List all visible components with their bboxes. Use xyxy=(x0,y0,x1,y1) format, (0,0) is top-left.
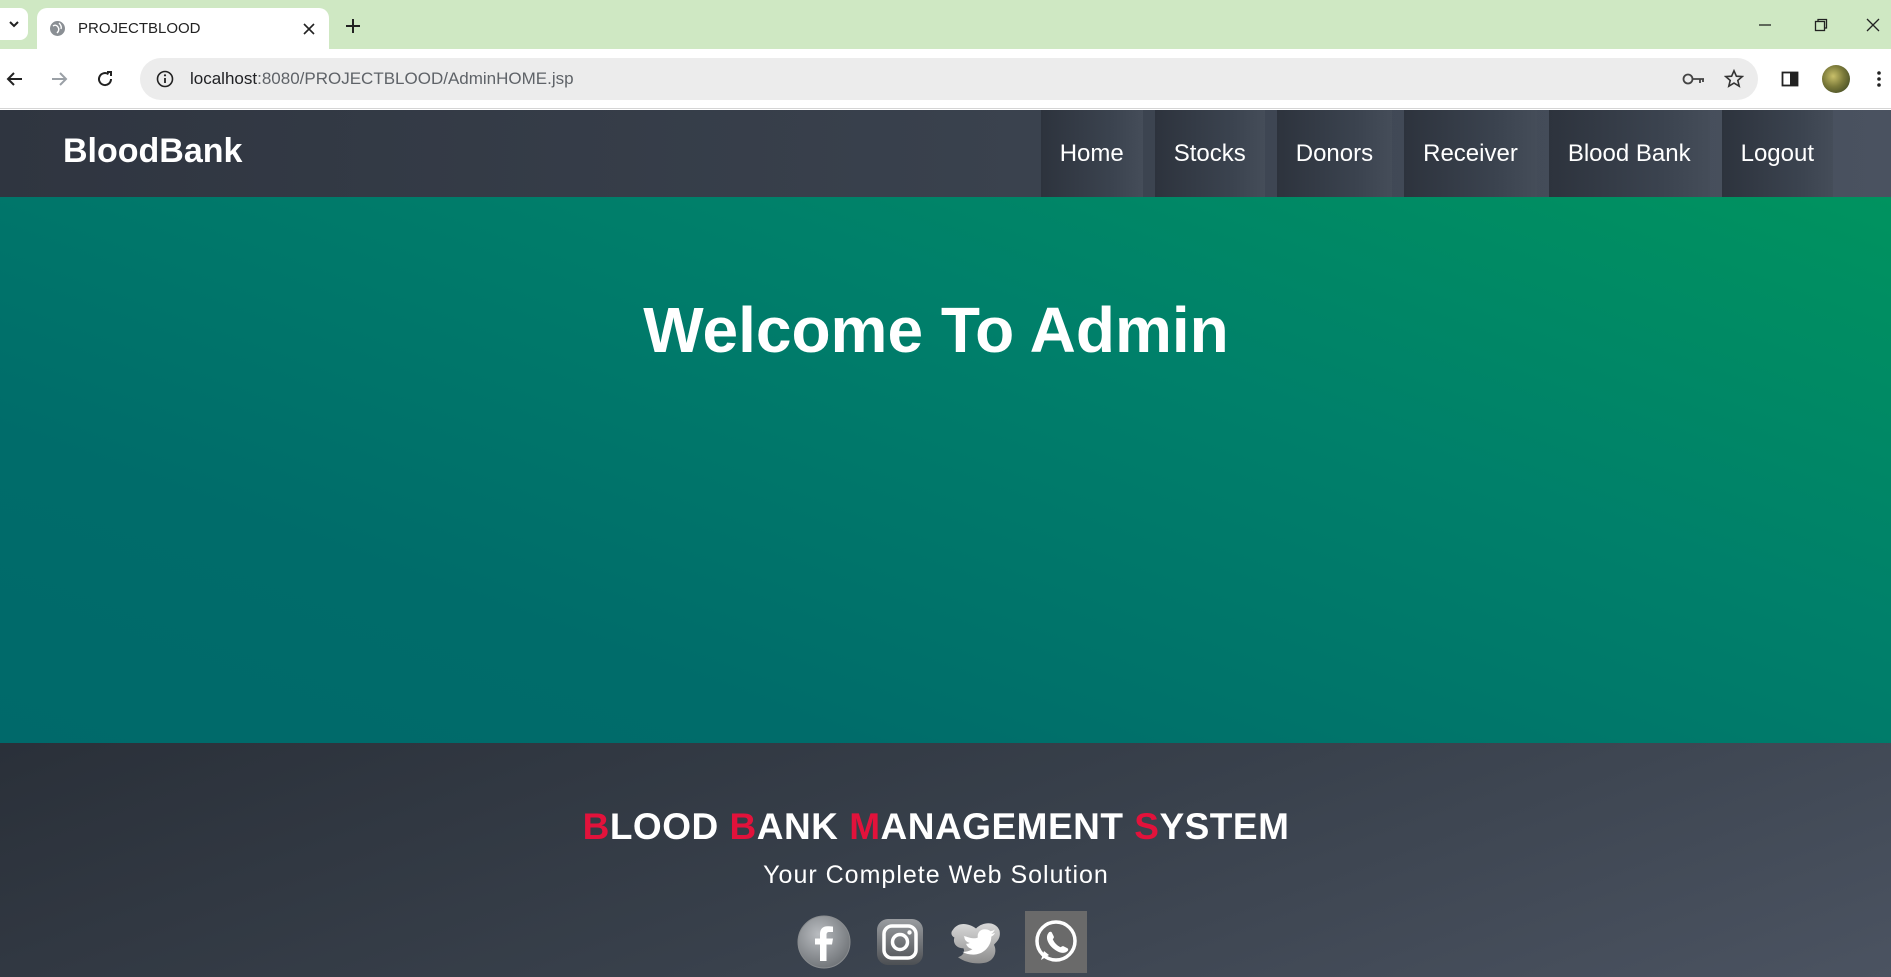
instagram-icon[interactable] xyxy=(873,915,927,969)
footer-title-word: ANAGEMENT xyxy=(880,806,1135,847)
close-window-button[interactable] xyxy=(1854,10,1891,40)
address-bar[interactable]: localhost:8080/PROJECTBLOOD/AdminHOME.js… xyxy=(140,58,1758,100)
close-icon xyxy=(1866,18,1879,32)
reload-icon xyxy=(98,71,113,87)
whatsapp-icon[interactable] xyxy=(1025,911,1087,973)
new-tab-button[interactable] xyxy=(339,12,367,40)
close-icon[interactable] xyxy=(297,17,321,41)
footer-title-initial: B xyxy=(729,806,757,847)
twitter-icon[interactable] xyxy=(949,915,1003,969)
browser-toolbar: localhost:8080/PROJECTBLOOD/AdminHOME.js… xyxy=(0,49,1891,109)
browser-tab[interactable]: PROJECTBLOOD xyxy=(37,8,329,49)
arrow-right-icon xyxy=(52,72,68,86)
url-host: localhost xyxy=(190,69,258,88)
page-viewport: BloodBank Home Stocks Donors Receiver Bl… xyxy=(0,110,1891,977)
minimize-icon xyxy=(1759,24,1771,26)
url-text: localhost:8080/PROJECTBLOOD/AdminHOME.js… xyxy=(190,69,1678,89)
password-key-icon[interactable] xyxy=(1678,63,1710,95)
side-panel-icon xyxy=(1781,71,1799,87)
side-panel-button[interactable] xyxy=(1775,64,1805,94)
footer-title-word: ANK xyxy=(756,806,850,847)
nav-item-home[interactable]: Home xyxy=(1040,110,1143,197)
tab-search-button[interactable] xyxy=(0,8,28,40)
browser-tabstrip: PROJECTBLOOD xyxy=(0,0,1891,49)
footer-subtitle: Your Complete Web Solution xyxy=(763,861,1109,889)
facebook-icon[interactable] xyxy=(797,915,851,969)
footer-title-word: LOOD xyxy=(609,806,730,847)
site-info-icon[interactable] xyxy=(152,66,178,92)
tab-title: PROJECTBLOOD xyxy=(78,20,201,37)
arrow-left-icon xyxy=(6,72,22,86)
nav-item-logout[interactable]: Logout xyxy=(1721,110,1833,197)
hero-section: Welcome To Admin xyxy=(0,197,1891,743)
footer-title-word: YSTEM xyxy=(1159,806,1290,847)
footer-title-initial: S xyxy=(1134,806,1160,847)
page-title: Welcome To Admin xyxy=(643,294,1229,366)
nav-item-receiver[interactable]: Receiver xyxy=(1404,110,1537,197)
bookmark-star-icon[interactable] xyxy=(1718,63,1750,95)
forward-button[interactable] xyxy=(44,64,74,94)
reload-button[interactable] xyxy=(90,64,120,94)
social-links xyxy=(797,910,1087,974)
footer-title-initial: B xyxy=(582,806,610,847)
restore-button[interactable] xyxy=(1798,10,1844,40)
site-brand[interactable]: BloodBank xyxy=(63,132,242,171)
nav-item-blood-bank[interactable]: Blood Bank xyxy=(1548,110,1710,197)
back-button[interactable] xyxy=(0,64,30,94)
site-footer: BLOOD BANK MANAGEMENT SYSTEM Your Comple… xyxy=(0,743,1891,977)
profile-avatar[interactable] xyxy=(1822,65,1850,93)
plus-icon xyxy=(346,19,360,33)
footer-title: BLOOD BANK MANAGEMENT SYSTEM xyxy=(0,806,1872,848)
restore-icon xyxy=(1814,18,1828,32)
nav-item-stocks[interactable]: Stocks xyxy=(1154,110,1265,197)
footer-title-initial: M xyxy=(849,806,881,847)
globe-icon xyxy=(49,20,66,37)
url-path: :8080/PROJECTBLOOD/AdminHOME.jsp xyxy=(257,69,574,88)
more-vert-icon xyxy=(1876,71,1881,87)
minimize-button[interactable] xyxy=(1742,10,1788,40)
chevron-down-icon xyxy=(9,21,19,28)
site-navbar: BloodBank Home Stocks Donors Receiver Bl… xyxy=(0,110,1891,197)
browser-menu-button[interactable] xyxy=(1866,64,1891,94)
nav-menu: Home Stocks Donors Receiver Blood Bank L… xyxy=(1040,110,1833,197)
nav-item-donors[interactable]: Donors xyxy=(1276,110,1393,197)
